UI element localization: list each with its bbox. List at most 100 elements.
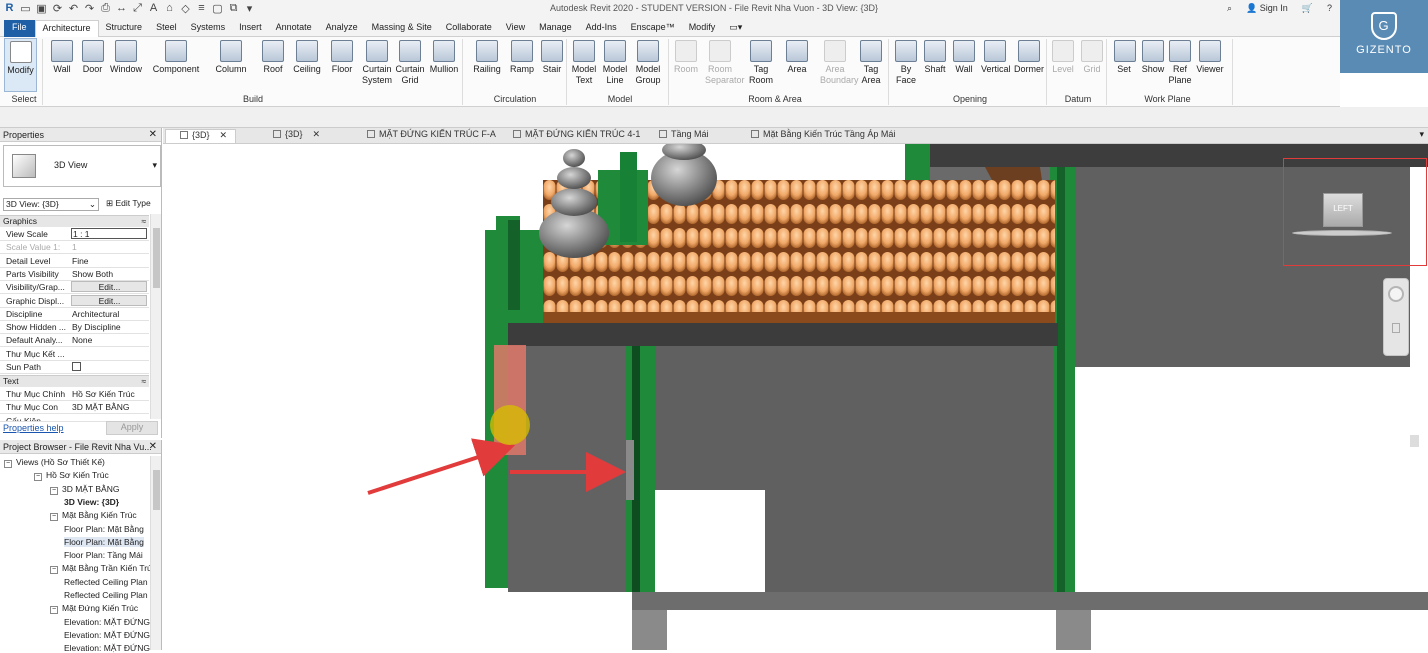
ribbon-button-room-separator[interactable]: Room Separator <box>705 40 745 86</box>
view-tab[interactable]: MẶT ĐỨNG KIẾN TRÚC F-A <box>353 129 496 143</box>
ribbon-panel-label[interactable]: Datum <box>1050 94 1106 104</box>
ribbon-button-model-group[interactable]: Model Group <box>634 40 662 86</box>
ribbon-panel-label[interactable]: Build <box>178 94 328 104</box>
browser-node[interactable]: Floor Plan: Mặt Bằng <box>64 524 144 534</box>
property-value[interactable] <box>71 362 147 373</box>
property-value[interactable]: Show Both <box>71 269 147 280</box>
ribbon-button-tag-room[interactable]: Tag Room <box>748 40 774 86</box>
view-tab[interactable]: MẶT ĐỨNG KIẾN TRÚC 4-1 <box>499 129 640 143</box>
zoom-icon[interactable] <box>1392 323 1400 333</box>
property-row[interactable]: Detail Level Fine <box>0 255 149 268</box>
property-row[interactable]: Discipline Architectural <box>0 308 149 321</box>
ribbon-tab-12[interactable]: Add-Ins <box>579 20 624 37</box>
ribbon-tab-1[interactable]: Architecture <box>34 20 99 37</box>
ribbon-button-cursor-arrow[interactable]: Modify <box>4 38 37 92</box>
property-row[interactable]: Parts Visibility Show Both <box>0 268 149 281</box>
browser-scrollbar[interactable] <box>150 456 161 650</box>
help-icon[interactable]: ? <box>1327 3 1332 14</box>
ribbon-tab-10[interactable]: View <box>499 20 532 37</box>
ribbon-button-stair[interactable]: Stair <box>538 40 566 75</box>
ribbon-panel-label[interactable]: Circulation <box>470 94 560 104</box>
ribbon-button-floor[interactable]: Floor <box>328 40 356 75</box>
ribbon-tab-8[interactable]: Massing & Site <box>365 20 439 37</box>
browser-node[interactable]: Floor Plan: Mặt Bằng <box>64 536 144 547</box>
cart-icon[interactable]: 🛒 <box>1302 3 1313 14</box>
ribbon-button-railing[interactable]: Railing <box>470 40 504 75</box>
chevron-down-icon[interactable]: ▾ <box>152 160 157 171</box>
property-row[interactable]: Default Analy... None <box>0 334 149 348</box>
ribbon-button-shaft[interactable]: Shaft <box>922 40 948 75</box>
browser-node[interactable]: Elevation: MẶT ĐỨNG <box>64 643 150 653</box>
browser-node[interactable]: Elevation: MẶT ĐỨNG <box>64 630 150 640</box>
ribbon-button-dormer[interactable]: Dormer <box>1014 40 1044 75</box>
property-row[interactable]: View Scale 1 : 1 <box>0 228 149 241</box>
3d-view-canvas[interactable] <box>163 144 1428 650</box>
close-icon[interactable]: ✕ <box>220 130 228 140</box>
ribbon-panel-label[interactable]: Opening <box>895 94 1045 104</box>
ribbon-tab-11[interactable]: Manage <box>532 20 579 37</box>
property-row[interactable]: Show Hidden ... By Discipline <box>0 321 149 335</box>
property-value[interactable]: Edit... <box>71 281 147 293</box>
ribbon-button-column[interactable]: Column <box>213 40 249 75</box>
property-row[interactable]: Thư Mục Kết ... <box>0 348 149 361</box>
search-icon[interactable]: ⌕ <box>1227 3 1232 14</box>
ribbon-panel-label[interactable]: Room & Area <box>672 94 878 104</box>
tab-list-chevron-icon[interactable]: ▾ <box>1419 129 1424 140</box>
ribbon-tab-2[interactable]: Structure <box>99 20 150 37</box>
browser-node[interactable]: Reflected Ceiling Plan <box>64 577 148 587</box>
browser-node[interactable]: Reflected Ceiling Plan <box>64 590 148 600</box>
ribbon-tab-9[interactable]: Collaborate <box>439 20 499 37</box>
property-value[interactable] <box>71 349 147 360</box>
text-section-header[interactable]: Text ≈ <box>0 375 149 387</box>
sun-path-checkbox[interactable] <box>72 362 81 371</box>
ribbon-button-curtain-grid[interactable]: Curtain Grid <box>395 40 425 86</box>
close-icon[interactable]: ✕ <box>313 129 321 139</box>
compass-ring[interactable] <box>1292 230 1392 236</box>
close-icon[interactable]: ✕ <box>149 129 157 140</box>
property-row[interactable]: Thư Mục Con 3D MẶT BẰNG <box>0 401 149 415</box>
ribbon-button-model-line[interactable]: Model Line <box>600 40 630 86</box>
property-value[interactable]: Fine <box>71 256 147 267</box>
ribbon-tab-13[interactable]: Enscape™ <box>624 20 682 37</box>
view-tab[interactable]: Mặt Bằng Kiến Trúc Tầng Áp Mái <box>737 129 895 143</box>
property-value[interactable]: 1 <box>71 242 147 253</box>
collapse-icon[interactable]: − <box>4 460 12 468</box>
collapse-icon[interactable]: − <box>34 473 42 482</box>
view-tab[interactable]: {3D} ✕ <box>259 129 320 143</box>
browser-node[interactable]: Floor Plan: Tầng Mái <box>64 550 143 560</box>
property-value[interactable]: Hồ Sơ Kiến Trúc <box>71 389 147 400</box>
property-row[interactable]: Graphic Displ... Edit... <box>0 294 149 308</box>
canvas-scroll-thumb[interactable] <box>1410 435 1419 447</box>
ribbon-button-component[interactable]: Component <box>150 40 202 75</box>
ribbon-tab-7[interactable]: Analyze <box>319 20 365 37</box>
property-row[interactable]: Visibility/Grap... Edit... <box>0 281 149 295</box>
browser-node[interactable]: − Mặt Đứng Kiến Trúc <box>50 603 138 615</box>
property-value[interactable]: By Discipline <box>71 322 147 333</box>
ribbon-button-area-boundary[interactable]: Area Boundary <box>820 40 859 86</box>
ribbon-button-roof[interactable]: Roof <box>259 40 287 75</box>
ribbon-button-door[interactable]: Door <box>80 40 105 75</box>
ribbon-button-ref-plane[interactable]: Ref Plane <box>1168 40 1192 86</box>
property-value[interactable]: None <box>71 335 147 346</box>
property-value[interactable]: Architectural <box>71 309 147 320</box>
steering-wheel-icon[interactable] <box>1388 286 1404 302</box>
ribbon-tab-4[interactable]: Systems <box>184 20 233 37</box>
type-selector[interactable]: 3D View ▾ <box>3 145 161 187</box>
contextual-tab-icon[interactable]: ▭▾ <box>722 20 749 37</box>
browser-node[interactable]: Elevation: MẶT ĐỨNG <box>64 617 150 627</box>
ribbon-tab-14[interactable]: Modify <box>682 20 723 37</box>
ribbon-button-wall-opening[interactable]: Wall <box>953 40 975 75</box>
ribbon-button-show-workplane[interactable]: Show <box>1140 40 1166 75</box>
ribbon-button-ramp[interactable]: Ramp <box>508 40 536 75</box>
properties-scrollbar[interactable] <box>150 214 161 419</box>
ribbon-button-vertical-opening[interactable]: Vertical <box>981 40 1011 75</box>
browser-node[interactable]: − Hồ Sơ Kiến Trúc <box>34 470 109 482</box>
property-row[interactable]: Sun Path <box>0 361 149 374</box>
property-row[interactable]: Scale Value 1: 1 <box>0 241 149 255</box>
browser-node[interactable]: −3D MẶT BẰNG <box>50 484 119 495</box>
ribbon-button-level[interactable]: Level <box>1050 40 1076 75</box>
ribbon-button-room[interactable]: Room <box>672 40 700 75</box>
apply-button[interactable]: Apply <box>106 421 158 435</box>
ribbon-panel-label[interactable]: Select <box>4 94 44 104</box>
instance-selector[interactable]: 3D View: {3D} ⌄ <box>3 198 99 211</box>
